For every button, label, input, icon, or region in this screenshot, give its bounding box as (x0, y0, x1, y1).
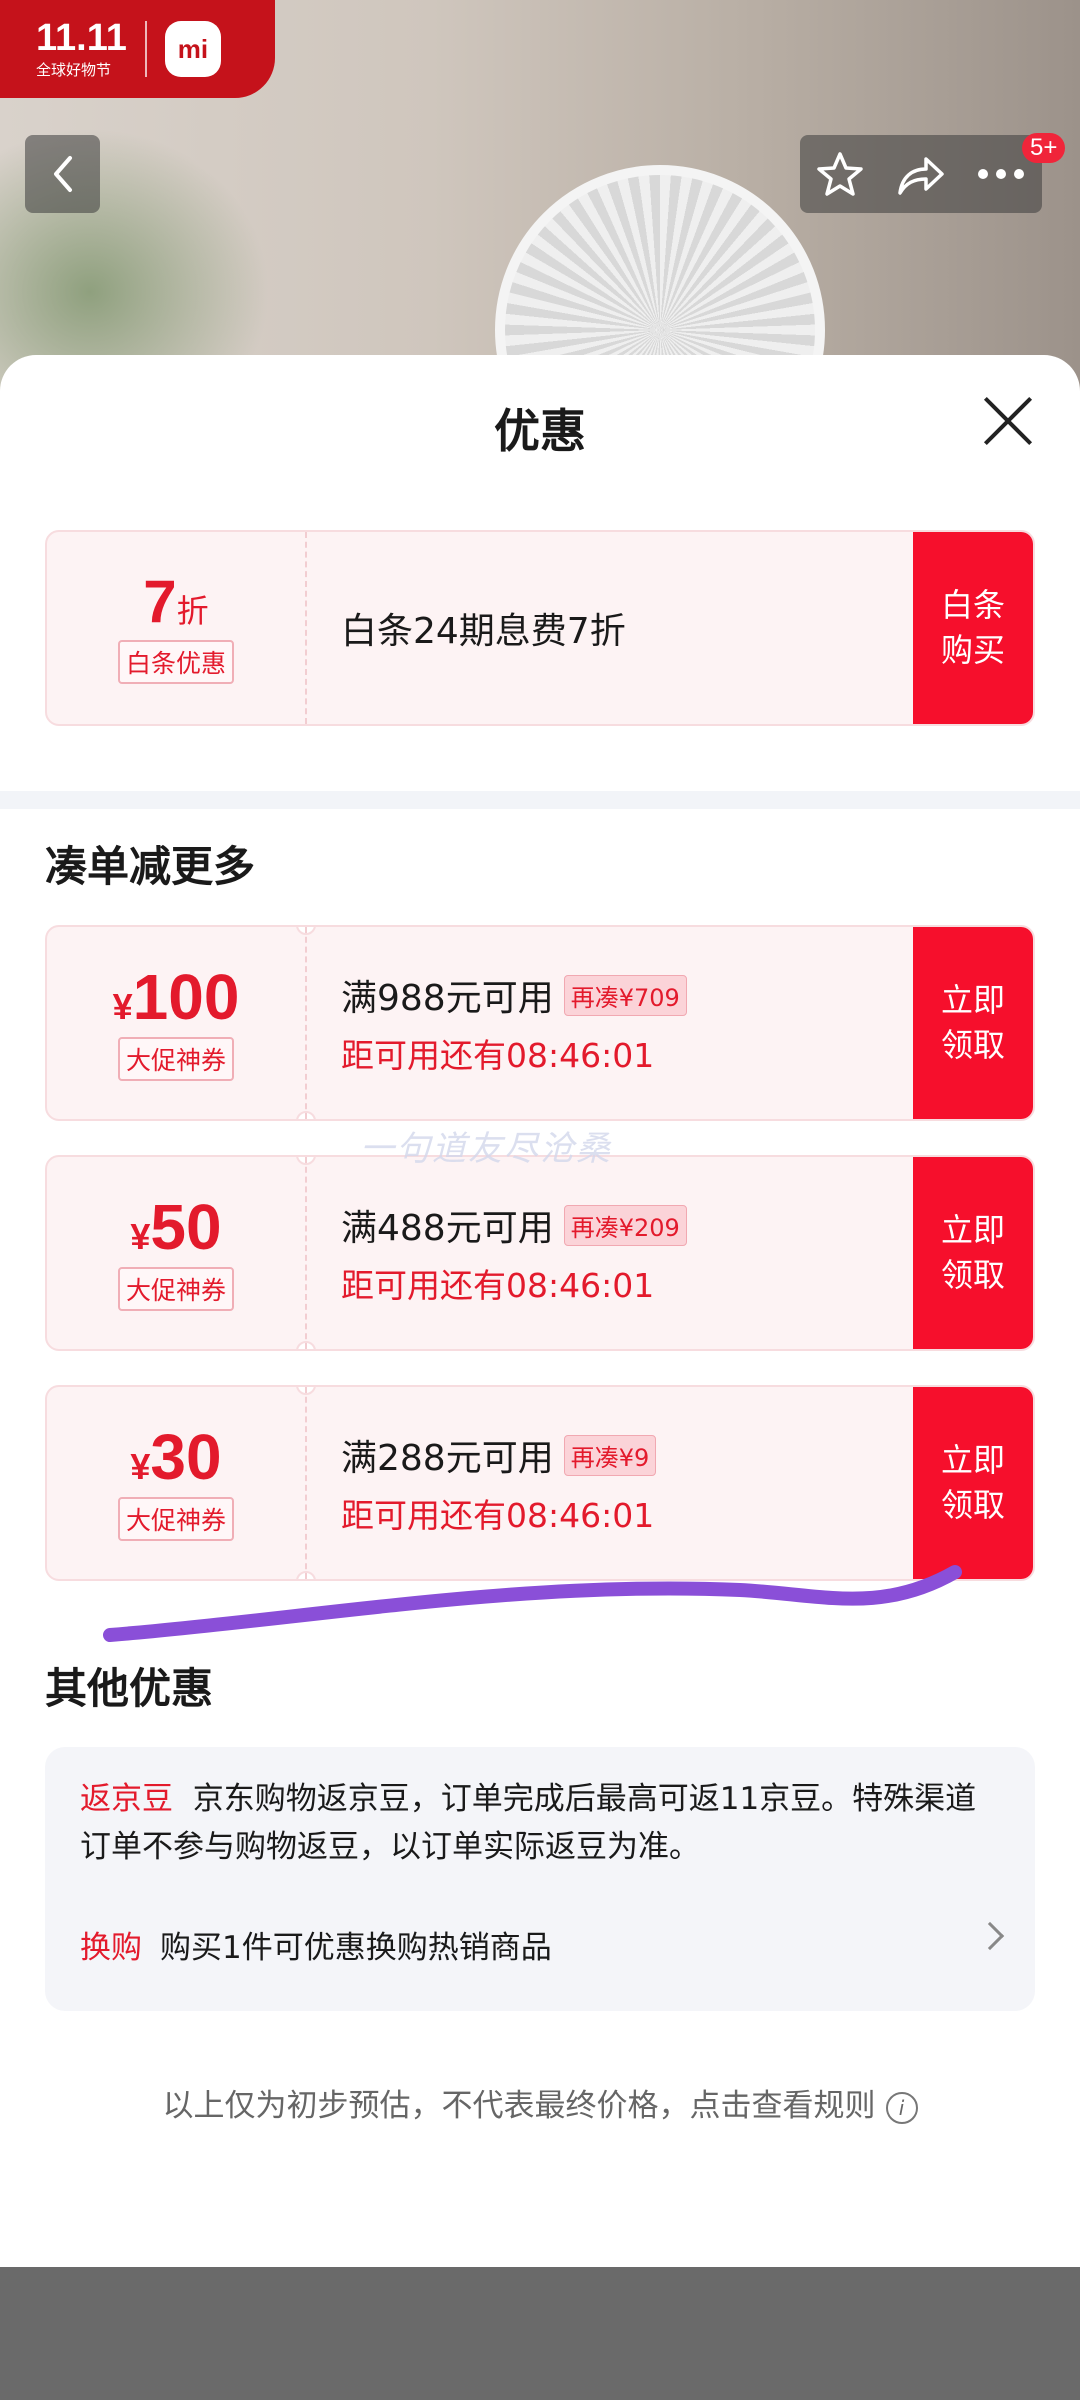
coupon-amount: 30 (150, 1421, 222, 1493)
coupon-tag: 大促神券 (117, 1497, 234, 1541)
section-divider (0, 791, 1080, 809)
sheet-title: 优惠 (494, 404, 586, 458)
more-icon[interactable] (975, 164, 1027, 184)
claim-button[interactable]: 立即 领取 (913, 1387, 1033, 1579)
coupon-card: ¥100 大促神券 满988元可用 再凑¥709 距可用还有08:46:01 立即… (45, 925, 1035, 1121)
coupon-amount: 100 (132, 961, 240, 1033)
close-icon[interactable] (980, 393, 1036, 449)
coupon-tag: 大促神券 (117, 1037, 234, 1081)
baitiao-tag: 白条优惠 (117, 640, 234, 684)
bean-text: 京东购物返京豆，订单完成后最高可返11京豆。特殊渠道订单不参与购物返豆，以订单实… (80, 1781, 977, 1865)
baitiao-discount: 7折 白条优惠 (47, 532, 305, 724)
button-label: 领取 (940, 1256, 1005, 1294)
button-label: 领取 (940, 1026, 1005, 1064)
swap-label: 换购 (80, 1930, 142, 1966)
button-label: 立即 (940, 1211, 1005, 1250)
watermark: 一句道友尽沧桑 (360, 1129, 612, 1169)
baitiao-desc: 白条24期息费7折 (341, 611, 626, 652)
notification-badge: 5+ (1022, 133, 1066, 163)
baitiao-card: 7折 白条优惠 白条24期息费7折 白条 购买 (45, 530, 1035, 726)
back-icon (53, 156, 72, 192)
chevron-right-icon (975, 1921, 1005, 1951)
coupon-tag: 大促神券 (117, 1267, 234, 1311)
coupon-extra: 再凑¥209 (563, 1204, 687, 1246)
coupon-timer: 距可用还有08:46:01 (341, 1496, 655, 1535)
coupon-card: ¥50 大促神券 满488元可用 再凑¥209 距可用还有08:46:01 立即 … (45, 1155, 1035, 1351)
discount-sheet: 优惠 7折 白条优惠 白条24期息费7折 白条 购买 凑单减更多 ¥100 大促… (0, 355, 1080, 2267)
badge-subtitle: 全球好物节 (36, 60, 112, 79)
claim-button[interactable]: 立即 领取 (913, 927, 1033, 1119)
baitiao-unit: 折 (176, 593, 209, 629)
other-title: 其他优惠 (45, 1664, 214, 1713)
badge-title: 11.11 (36, 16, 127, 59)
info-icon[interactable]: i (885, 2091, 918, 2124)
baitiao-amount: 7 (143, 568, 177, 635)
coupon-timer: 距可用还有08:46:01 (341, 1036, 655, 1075)
back-button[interactable] (25, 135, 100, 213)
coupon-extra: 再凑¥9 (563, 1434, 657, 1476)
other-offers-box: 返京豆 京东购物返京豆，订单完成后最高可返11京豆。特殊渠道订单不参与购物返豆，… (45, 1747, 1035, 2011)
promo-badge: 11.11 全球好物节 mi (0, 0, 275, 98)
currency-symbol: ¥ (130, 1446, 151, 1487)
bottom-area (0, 2267, 1080, 2400)
coupon-card: ¥30 大促神券 满288元可用 再凑¥9 距可用还有08:46:01 立即 领取 (45, 1385, 1035, 1581)
coupon-value: ¥100 大促神券 (47, 927, 305, 1119)
coupon-timer: 距可用还有08:46:01 (341, 1266, 655, 1305)
baitiao-buy-button[interactable]: 白条 购买 (913, 532, 1033, 724)
coupon-extra: 再凑¥709 (563, 974, 687, 1016)
disclaimer-text: 以上仅为初步预估，不代表最终价格，点击查看规则 (162, 2088, 876, 2124)
coudan-title: 凑单减更多 (45, 842, 256, 891)
share-icon[interactable] (894, 149, 946, 199)
claim-button[interactable]: 立即 领取 (913, 1157, 1033, 1349)
button-label: 立即 (940, 981, 1005, 1020)
coupon-amount: 50 (150, 1191, 222, 1263)
star-icon[interactable] (815, 149, 865, 199)
badge-divider (144, 21, 147, 77)
top-actions (800, 135, 1042, 213)
button-label: 白条 (940, 586, 1005, 625)
currency-symbol: ¥ (112, 986, 133, 1027)
button-label: 购买 (940, 631, 1005, 669)
disclaimer[interactable]: 以上仅为初步预估，不代表最终价格，点击查看规则 i (0, 2080, 1080, 2125)
mi-logo-icon: mi (164, 21, 221, 77)
coupon-value: ¥30 大促神券 (47, 1387, 305, 1579)
swap-text: 购买1件可优惠换购热销商品 (160, 1930, 552, 1966)
button-label: 领取 (940, 1486, 1005, 1524)
scribble-annotation (103, 1565, 962, 1642)
coupon-condition: 满488元可用 (341, 1208, 554, 1249)
coupon-condition: 满288元可用 (341, 1438, 554, 1479)
bean-label: 返京豆 (80, 1781, 173, 1817)
swap-row[interactable]: 换购 购买1件可优惠换购热销商品 (80, 1921, 1005, 1967)
button-label: 立即 (940, 1441, 1005, 1480)
coupon-value: ¥50 大促神券 (47, 1157, 305, 1349)
bean-row: 返京豆 京东购物返京豆，订单完成后最高可返11京豆。特殊渠道订单不参与购物返豆，… (80, 1775, 1000, 1871)
currency-symbol: ¥ (130, 1216, 151, 1257)
coupon-condition: 满988元可用 (341, 978, 554, 1019)
